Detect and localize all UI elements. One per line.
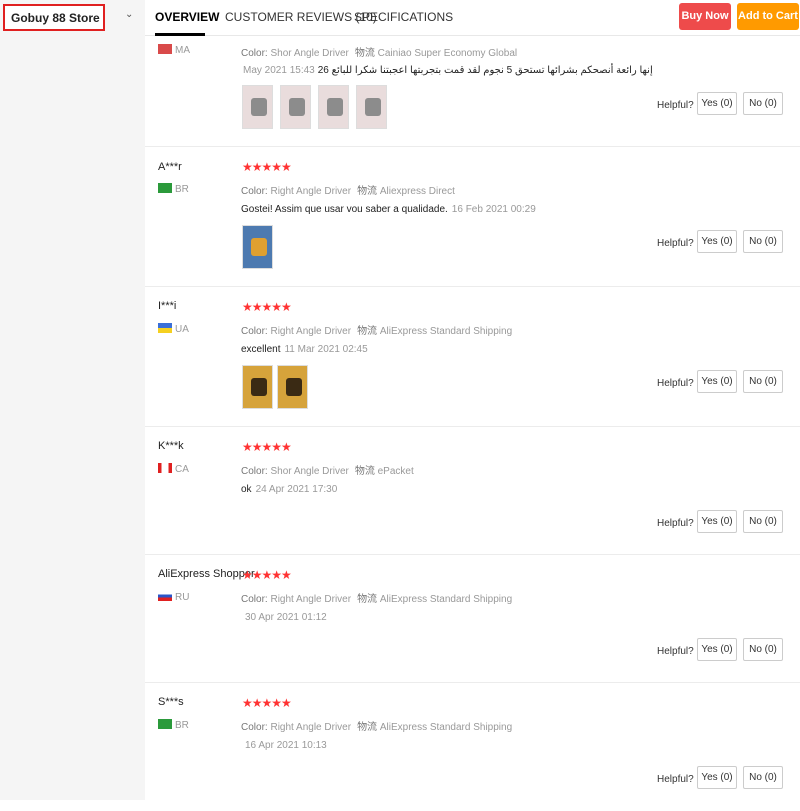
- tab-overview[interactable]: OVERVIEW: [155, 10, 219, 24]
- reviewer-country: BR: [158, 183, 189, 195]
- review-meta: Color: Right Angle Driver 物流 AliExpress S…: [241, 326, 513, 337]
- helpful-yes-button[interactable]: Yes (0): [697, 766, 737, 789]
- chevron-down-icon[interactable]: ⌄: [125, 9, 133, 20]
- review-photo[interactable]: [318, 85, 349, 129]
- rating-stars: ★★★★★: [242, 160, 292, 174]
- store-name: Gobuy 88 Store: [11, 11, 100, 25]
- review-photo[interactable]: [356, 85, 387, 129]
- add-to-cart-button[interactable]: Add to Cart: [737, 3, 799, 30]
- review-photos: [242, 365, 308, 409]
- review-text: excellent 11 Mar 2021 02:45: [241, 344, 368, 355]
- helpful-no-button[interactable]: No (0): [743, 510, 783, 533]
- flag-ua-icon: [158, 323, 172, 333]
- flag-ma-icon: [158, 44, 172, 54]
- helpful-label: Helpful?: [657, 238, 694, 249]
- helpful-label: Helpful?: [657, 518, 694, 529]
- reviewer-name: K***k: [158, 440, 184, 452]
- review-meta: Color: Right Angle Driver 物流 AliExpress S…: [241, 594, 513, 605]
- reviewer-country: MA: [158, 44, 190, 56]
- helpful-label: Helpful?: [657, 100, 694, 111]
- reviewer-name: I***i: [158, 300, 177, 312]
- reviewer-name: A***r: [158, 161, 182, 173]
- reviewer-name: AliExpress Shopper: [158, 568, 255, 580]
- rating-stars: ★★★★★: [242, 300, 292, 314]
- flag-br-icon: [158, 719, 172, 729]
- review-meta: Color: Right Angle Driver 物流 AliExpress S…: [241, 722, 513, 733]
- review-item: A***r BR ★★★★★ Color: Right Angle Driver…: [145, 147, 800, 287]
- buy-now-button[interactable]: Buy Now: [679, 3, 731, 30]
- rating-stars: ★★★★★: [242, 696, 292, 710]
- review-photo[interactable]: [280, 85, 311, 129]
- flag-ru-icon: [158, 591, 172, 601]
- review-photo[interactable]: [242, 365, 273, 409]
- review-meta: Color: Shor Angle Driver 物流 Cainiao Super…: [241, 48, 518, 59]
- review-item: I***i UA ★★★★★ Color: Right Angle Driver…: [145, 287, 800, 427]
- review-text: May 2021 15:43 إنها رائعة أنصحكم بشرائها …: [243, 65, 653, 76]
- rating-stars: ★★★★★: [242, 440, 292, 454]
- rating-stars: ★★★★★: [242, 568, 292, 582]
- helpful-no-button[interactable]: No (0): [743, 230, 783, 253]
- reviewer-country: CA: [158, 463, 189, 475]
- review-photo[interactable]: [277, 365, 308, 409]
- tab-specifications[interactable]: SPECIFICATIONS: [354, 10, 453, 24]
- helpful-no-button[interactable]: No (0): [743, 766, 783, 789]
- review-item: K***k CA ★★★★★ Color: Shor Angle Driver 物…: [145, 427, 800, 555]
- flag-ca-icon: [158, 463, 172, 473]
- review-text: Gostei! Assim que usar vou saber a quali…: [241, 204, 536, 215]
- review-photo[interactable]: [242, 85, 273, 129]
- helpful-label: Helpful?: [657, 646, 694, 657]
- review-photo[interactable]: [242, 225, 273, 269]
- active-tab-indicator: [155, 33, 205, 36]
- review-item: S***s BR ★★★★★ Color: Right Angle Driver…: [145, 683, 800, 811]
- helpful-yes-button[interactable]: Yes (0): [697, 638, 737, 661]
- review-text: ok 24 Apr 2021 17:30: [241, 484, 338, 495]
- flag-br-icon: [158, 183, 172, 193]
- helpful-yes-button[interactable]: Yes (0): [697, 92, 737, 115]
- helpful-label: Helpful?: [657, 378, 694, 389]
- review-meta: Color: Right Angle Driver 物流 Aliexpress D…: [241, 186, 455, 197]
- helpful-yes-button[interactable]: Yes (0): [697, 510, 737, 533]
- reviewer-name: S***s: [158, 696, 184, 708]
- review-text: 16 Apr 2021 10:13: [245, 740, 327, 751]
- reviewer-country: RU: [158, 591, 189, 603]
- review-photos: [242, 225, 273, 269]
- helpful-label: Helpful?: [657, 774, 694, 785]
- review-item: AliExpress Shopper RU ★★★★★ Color: Right…: [145, 555, 800, 683]
- review-meta: Color: Shor Angle Driver 物流 ePacket: [241, 466, 414, 477]
- helpful-yes-button[interactable]: Yes (0): [697, 370, 737, 393]
- helpful-no-button[interactable]: No (0): [743, 92, 783, 115]
- review-photos: [242, 85, 387, 129]
- store-selector[interactable]: Gobuy 88 Store: [3, 4, 105, 31]
- review-text: 30 Apr 2021 01:12: [245, 612, 327, 623]
- reviewer-country: UA: [158, 323, 189, 335]
- review-item: MA Color: Shor Angle Driver 物流 Cainiao Su…: [145, 37, 800, 147]
- left-sidebar: Gobuy 88 Store ⌄: [0, 0, 145, 800]
- reviewer-country: BR: [158, 719, 189, 731]
- helpful-no-button[interactable]: No (0): [743, 370, 783, 393]
- helpful-yes-button[interactable]: Yes (0): [697, 230, 737, 253]
- helpful-no-button[interactable]: No (0): [743, 638, 783, 661]
